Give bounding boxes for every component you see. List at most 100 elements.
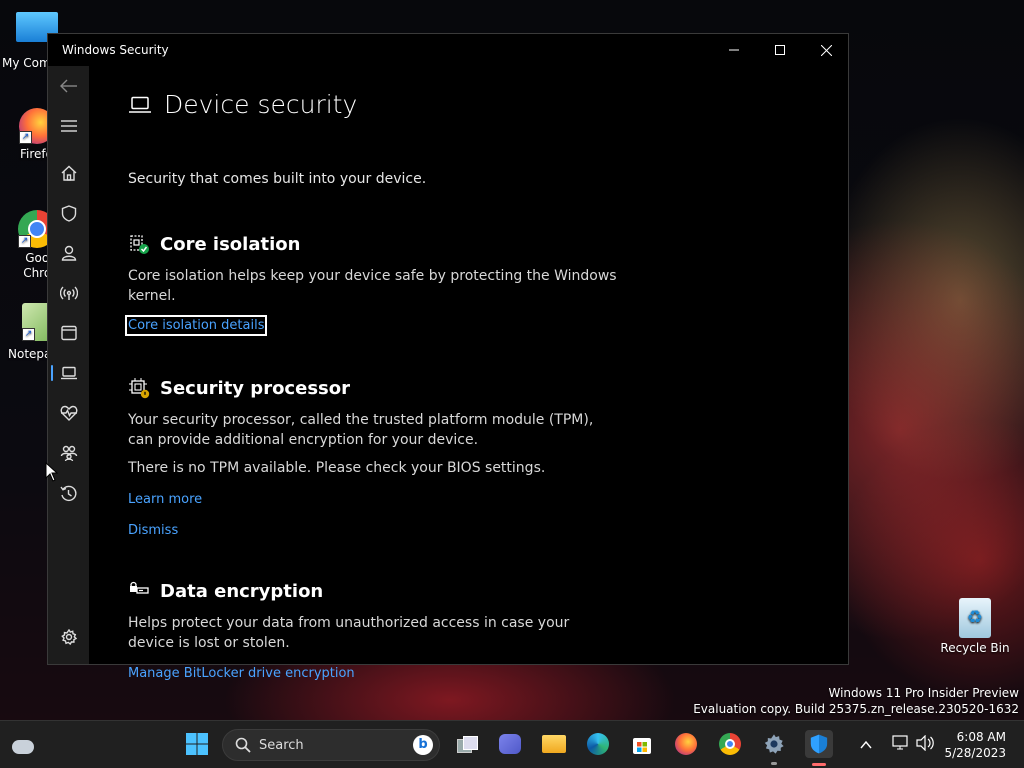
windows-security-taskbar-button[interactable]: [805, 730, 833, 766]
watermark-line-2: Evaluation copy. Build 25375.zn_release.…: [693, 702, 1019, 716]
history-icon: [60, 485, 77, 501]
nav-item-app-browser-control[interactable]: [48, 316, 89, 350]
bing-icon: b: [413, 735, 433, 755]
task-view-button[interactable]: [454, 731, 480, 757]
manage-bitlocker-link[interactable]: Manage BitLocker drive encryption: [128, 666, 355, 681]
close-icon: [820, 44, 832, 56]
minimize-icon: [729, 49, 739, 51]
learn-more-link[interactable]: Learn more: [128, 492, 202, 507]
encryption-drive-icon: [130, 581, 149, 594]
laptop-icon: [129, 96, 151, 113]
core-isolation-chip-icon: [130, 235, 149, 254]
close-button[interactable]: [803, 34, 849, 66]
section-heading: Core isolation: [160, 233, 301, 255]
menu-button[interactable]: [48, 109, 89, 143]
search-icon: [235, 737, 251, 753]
taskbar: Search b 6:08 AM 5/28/2023: [0, 720, 1024, 768]
shortcut-arrow-icon: ↗: [19, 131, 32, 144]
search-placeholder: Search: [259, 738, 304, 753]
section-core-isolation: Core isolation Core isolation helps keep…: [125, 233, 618, 336]
section-heading-row: Data encryption: [128, 580, 618, 602]
chevron-up-icon: [860, 740, 872, 749]
store-icon: [633, 738, 651, 754]
security-processor-chip-icon: [129, 378, 150, 399]
maximize-icon: [775, 45, 785, 55]
section-heading-row: Core isolation: [128, 233, 618, 255]
section-description: Helps protect your data from unauthorize…: [128, 615, 570, 651]
gear-icon: [60, 629, 77, 645]
nav-item-settings[interactable]: [48, 620, 89, 654]
desktop-icon-recycle-bin[interactable]: ♻ Recycle Bin: [940, 598, 1010, 655]
store-button[interactable]: [629, 731, 655, 757]
task-view-icon: [457, 736, 478, 753]
shield-icon: [810, 734, 828, 754]
file-explorer-button[interactable]: [541, 731, 567, 757]
nav-item-device-performance[interactable]: [48, 396, 89, 430]
speaker-icon: [916, 734, 934, 752]
back-button[interactable]: [48, 69, 89, 103]
recycle-bin-icon: ♻: [959, 598, 991, 638]
chrome-icon: [719, 733, 741, 755]
evaluation-watermark: Windows 11 Pro Insider Preview Evaluatio…: [693, 685, 1019, 717]
page-title-row: Device security: [128, 90, 357, 119]
edge-icon: [587, 733, 609, 755]
firefox-icon: [675, 733, 697, 755]
section-description: Your security processor, called the trus…: [128, 412, 594, 448]
nav-item-device-security[interactable]: [48, 356, 89, 390]
wifi-antenna-icon: [59, 286, 78, 300]
clock-time: 6:08 AM: [956, 730, 1006, 744]
heart-pulse-icon: [60, 405, 77, 421]
volume-button[interactable]: [916, 734, 934, 755]
start-button[interactable]: [184, 731, 210, 757]
maximize-button[interactable]: [757, 34, 803, 66]
core-isolation-details-link[interactable]: Core isolation details: [125, 315, 268, 336]
nav-item-home[interactable]: [48, 156, 89, 190]
nav-item-virus-protection[interactable]: [48, 196, 89, 230]
minimize-button[interactable]: [711, 34, 757, 66]
page-subtitle: Security that comes built into your devi…: [128, 171, 427, 187]
dismiss-link[interactable]: Dismiss: [128, 523, 178, 538]
shortcut-arrow-icon: ↗: [18, 235, 31, 248]
chrome-taskbar-button[interactable]: [717, 731, 743, 757]
gear-icon: [764, 734, 784, 754]
network-status-button[interactable]: [892, 735, 910, 755]
section-heading: Data encryption: [160, 580, 324, 602]
shortcut-arrow-icon: ↗: [22, 328, 35, 341]
main-content: Device security Security that comes buil…: [125, 66, 848, 681]
back-arrow-icon: [59, 79, 77, 93]
folder-icon: [542, 735, 566, 753]
nav-sidebar: [48, 66, 89, 664]
edge-button[interactable]: [585, 731, 611, 757]
section-security-processor: Security processor Your security process…: [128, 377, 618, 539]
taskbar-search-box[interactable]: Search b: [222, 729, 440, 761]
mouse-cursor-icon: [45, 462, 59, 482]
person-icon: [61, 245, 76, 261]
section-data-encryption: Data encryption Helps protect your data …: [128, 580, 618, 682]
shield-icon: [61, 204, 76, 222]
windows-logo-icon: [186, 733, 208, 755]
laptop-icon: [60, 366, 77, 380]
window-title: Windows Security: [62, 43, 169, 57]
section-heading-row: Security processor: [128, 377, 618, 399]
hamburger-menu-icon: [60, 120, 77, 132]
firefox-taskbar-button[interactable]: [673, 731, 699, 757]
desktop-icon-label: Recycle Bin: [940, 641, 1010, 655]
system-clock[interactable]: 6:08 AM 5/28/2023: [944, 729, 1006, 761]
chat-icon: [499, 734, 521, 754]
section-description: Core isolation helps keep your device sa…: [128, 268, 617, 304]
cloud-icon: [12, 740, 34, 754]
title-bar[interactable]: Windows Security: [48, 34, 848, 66]
home-icon: [61, 165, 76, 181]
settings-taskbar-button[interactable]: [761, 731, 787, 765]
nav-item-firewall[interactable]: [48, 276, 89, 310]
section-heading: Security processor: [160, 377, 350, 399]
clock-date: 5/28/2023: [944, 746, 1006, 760]
browser-window-icon: [60, 325, 77, 341]
network-monitor-icon: [892, 735, 908, 750]
watermark-line-1: Windows 11 Pro Insider Preview: [828, 686, 1019, 700]
windows-security-window: Windows Security Device security Securit…: [47, 33, 849, 681]
teams-chat-button[interactable]: [497, 731, 523, 757]
show-hidden-icons-button[interactable]: [860, 735, 872, 754]
weather-widget-button[interactable]: [10, 731, 36, 757]
nav-item-account-protection[interactable]: [48, 236, 89, 270]
